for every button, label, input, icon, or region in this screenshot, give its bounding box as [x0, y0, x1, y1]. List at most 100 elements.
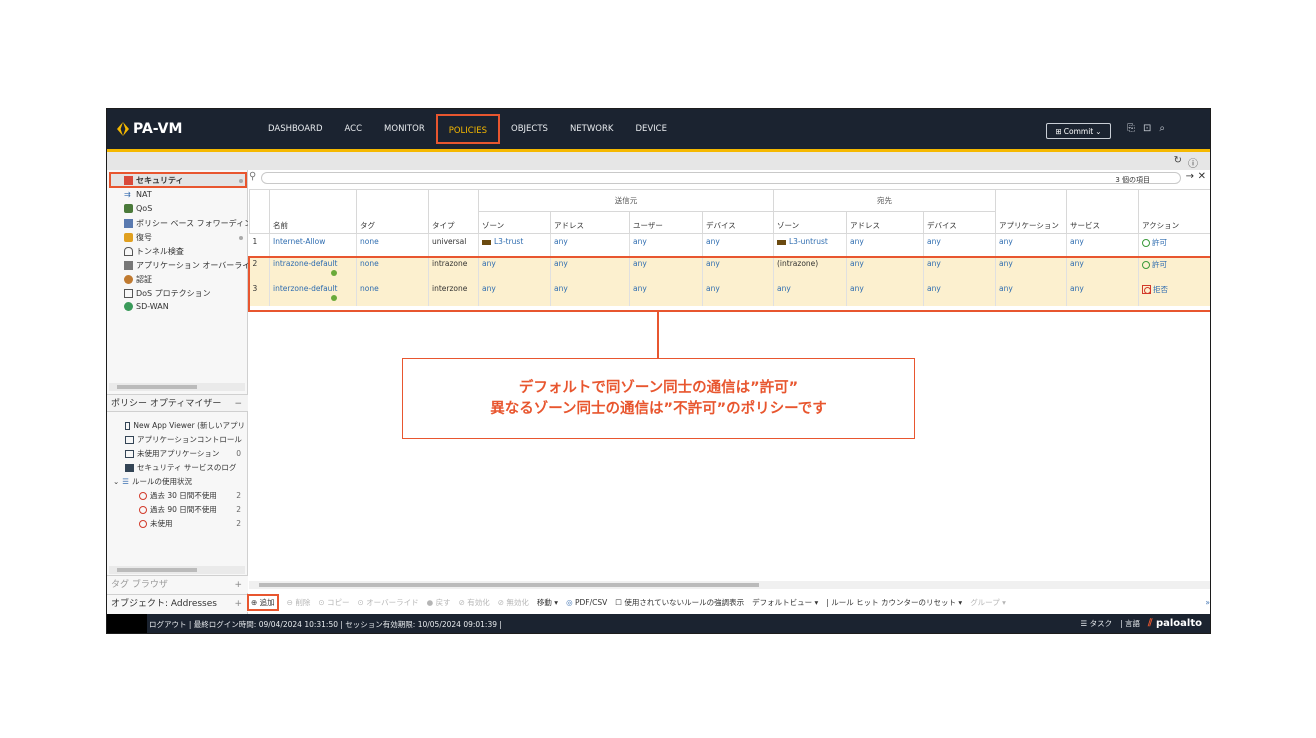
- col-type[interactable]: タイプ: [428, 189, 479, 234]
- nav-dashboard[interactable]: DASHBOARD: [257, 114, 334, 144]
- move-button[interactable]: 移動 ▾: [537, 597, 558, 608]
- sidebar-item-tunnel[interactable]: トンネル検査: [124, 246, 248, 257]
- nav-device[interactable]: DEVICE: [624, 114, 678, 144]
- sidebar-item-security[interactable]: セキュリティ: [124, 175, 248, 186]
- highlight-unused-checkbox[interactable]: ☐ 使用されていないルールの強調表示: [615, 597, 744, 608]
- highlight-unused-label: 使用されていないルールの強調表示: [624, 597, 745, 607]
- src-user[interactable]: any: [629, 233, 703, 256]
- optimizer-item[interactable]: 過去 90 日間不使用 2: [139, 504, 245, 515]
- app-override-icon: [124, 261, 133, 270]
- col-src-zone[interactable]: ゾーン: [478, 211, 551, 234]
- sidebar-item-pbf[interactable]: ポリシー ベース フォワーディング: [124, 218, 248, 229]
- col-src-user[interactable]: ユーザー: [629, 211, 703, 234]
- group-dropdown[interactable]: グループ ▾: [970, 597, 1006, 608]
- pdf-icon: ◎: [566, 597, 573, 607]
- clear-filter-icon[interactable]: ✕: [1198, 171, 1206, 182]
- nav-acc[interactable]: ACC: [334, 114, 374, 144]
- tasks-button[interactable]: ☰ タスク: [1080, 618, 1112, 629]
- col-tag[interactable]: タグ: [356, 189, 429, 234]
- col-dst-device[interactable]: デバイス: [922, 211, 997, 234]
- enable-button[interactable]: ⊘ 有効化: [459, 597, 490, 608]
- override-button[interactable]: ⊙ オーバーライド: [358, 597, 419, 608]
- sidebar-item-sdwan[interactable]: SD-WAN: [124, 302, 248, 311]
- callout-box: デフォルトで同ゾーン同士の通信は”許可” 異なるゾーン同士の通信は”不許可”のポ…: [402, 358, 915, 439]
- add-button[interactable]: ⊕ 追加: [247, 593, 279, 611]
- src-zone-cell[interactable]: L3-trust: [478, 233, 551, 256]
- nav-policies[interactable]: POLICIES: [435, 114, 501, 144]
- rule-usage-group[interactable]: ⌄ ☰ ルールの使用状況: [113, 476, 233, 487]
- sidebar-item-app-override[interactable]: アプリケーション オーバーライド: [124, 260, 248, 271]
- reset-hit-counter-button[interactable]: | ルール ヒット カウンターのリセット ▾: [826, 597, 962, 608]
- sidebar-item-label: 認証: [136, 275, 152, 284]
- col-service[interactable]: サービス: [1066, 189, 1140, 234]
- objects-panel[interactable]: オブジェクト: Addresses +: [107, 594, 248, 612]
- optimizer-count: 2: [236, 519, 241, 528]
- callout-line1: デフォルトで同ゾーン同士の通信は”許可”: [518, 379, 799, 396]
- delete-button[interactable]: ⊖ 削除: [287, 597, 311, 608]
- tag-browser-panel[interactable]: タグ ブラウザ +: [107, 575, 248, 593]
- sidebar-item-qos[interactable]: QoS: [124, 204, 248, 213]
- col-action[interactable]: アクション: [1138, 189, 1210, 234]
- col-src-address[interactable]: アドレス: [550, 211, 630, 234]
- app-control-icon: [125, 435, 134, 444]
- unused-30-icon: [139, 491, 147, 500]
- optimizer-item[interactable]: セキュリティ サービスのログ: [125, 462, 245, 473]
- more-icon[interactable]: »: [1205, 598, 1210, 607]
- service[interactable]: any: [1066, 233, 1140, 256]
- nav-network[interactable]: NETWORK: [559, 114, 625, 144]
- collapse-icon[interactable]: −: [234, 395, 242, 413]
- refresh-icon[interactable]: ↻: [1174, 155, 1182, 170]
- sidebar-scrollbar[interactable]: [109, 383, 245, 391]
- optimizer-scrollbar[interactable]: [109, 566, 245, 574]
- copy-button[interactable]: ⊙ コピー: [318, 597, 349, 608]
- optimizer-item[interactable]: New App Viewer (新しいアプリ: [125, 420, 245, 431]
- language-button[interactable]: | 言語: [1120, 618, 1140, 629]
- dst-address[interactable]: any: [846, 233, 924, 256]
- application[interactable]: any: [995, 233, 1068, 256]
- dst-zone-cell[interactable]: L3-untrust: [773, 233, 847, 256]
- pbf-icon: [124, 219, 133, 228]
- src-address[interactable]: any: [550, 233, 630, 256]
- search-icon[interactable]: ⌕: [1159, 123, 1165, 134]
- col-name[interactable]: 名前: [269, 189, 357, 234]
- sidebar-item-nat[interactable]: ⇉ NAT: [124, 190, 248, 199]
- col-src-device[interactable]: デバイス: [702, 211, 774, 234]
- add-label: 追加: [259, 597, 275, 607]
- default-view-dropdown[interactable]: デフォルトビュー ▾: [752, 597, 818, 608]
- table-scrollbar[interactable]: [249, 581, 1210, 589]
- optimizer-header[interactable]: ポリシー オプティマイザー −: [107, 394, 248, 412]
- commit-button[interactable]: ⊞ Commit ⌄: [1046, 123, 1111, 139]
- top-nav-bar: PA-VM DASHBOARD ACC MONITOR POLICIES OBJ…: [107, 109, 1210, 149]
- col-dst-address[interactable]: アドレス: [846, 211, 924, 234]
- nav-objects[interactable]: OBJECTS: [500, 114, 559, 144]
- pdf-label: PDF/CSV: [575, 597, 608, 607]
- rule-name[interactable]: Internet-Allow: [269, 233, 357, 256]
- expand-icon[interactable]: +: [234, 595, 242, 613]
- sidebar-item-decryption[interactable]: 復号: [124, 232, 248, 243]
- filter-input[interactable]: 3 個の項目: [261, 172, 1181, 184]
- apply-filter-icon[interactable]: →: [1186, 171, 1194, 182]
- col-dst-zone[interactable]: ゾーン: [773, 211, 847, 234]
- action-cell[interactable]: 許可: [1138, 233, 1210, 256]
- rule-tag[interactable]: none: [356, 233, 429, 256]
- revert-button[interactable]: ● 戻す: [427, 597, 451, 608]
- src-device[interactable]: any: [702, 233, 774, 256]
- optimizer-item[interactable]: アプリケーションコントロール: [125, 434, 245, 445]
- optimizer-item[interactable]: 未使用アプリケーション 0: [125, 448, 245, 459]
- optimizer-item[interactable]: 未使用 2: [139, 518, 245, 529]
- pdf-csv-button[interactable]: ◎ PDF/CSV: [566, 598, 607, 607]
- save-icon[interactable]: ⊡: [1143, 123, 1151, 134]
- config-lock-icon[interactable]: ⎘: [1127, 123, 1135, 134]
- optimizer-item[interactable]: 過去 30 日間不使用 2: [139, 490, 245, 501]
- table-row[interactable]: 1 Internet-Allow none universal L3-trust…: [249, 233, 1210, 256]
- expand-icon[interactable]: +: [234, 576, 242, 594]
- help-icon[interactable]: ⓘ: [1188, 155, 1198, 170]
- dst-device[interactable]: any: [923, 233, 997, 256]
- sidebar-item-label: SD-WAN: [136, 302, 169, 311]
- col-application[interactable]: アプリケーション: [995, 189, 1068, 234]
- sidebar-item-dos[interactable]: DoS プロテクション: [124, 288, 248, 299]
- sidebar-item-auth[interactable]: 認証: [124, 274, 248, 285]
- sdwan-icon: [124, 302, 133, 311]
- nav-monitor[interactable]: MONITOR: [373, 114, 436, 144]
- disable-button[interactable]: ⊘ 無効化: [498, 597, 529, 608]
